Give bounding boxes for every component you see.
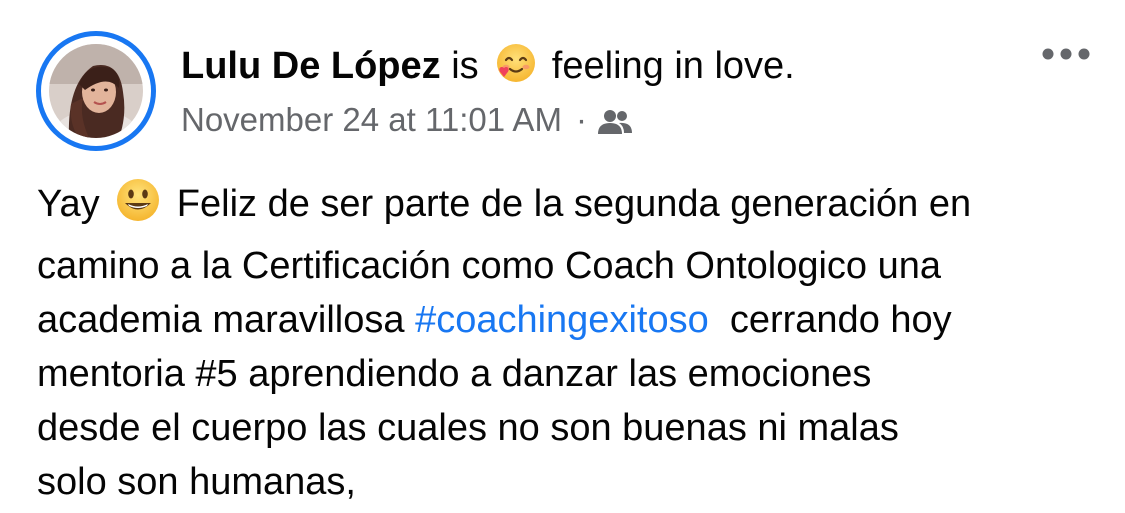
hashtag-link[interactable]: #coachingexitoso <box>415 299 709 341</box>
body-line-3: academia maravillosa #coachingexitoso ce… <box>37 293 1107 347</box>
post-headline: Lulu De López is feeling in love. <box>181 42 795 97</box>
body-text-line-3b: cerrando hoy <box>729 299 952 341</box>
friends-icon[interactable] <box>597 104 633 148</box>
post-body: Yay Feliz de ser parte de la segunda gen… <box>37 176 1107 509</box>
post-header: Lulu De López is feeling in love. Novemb… <box>0 0 1125 160</box>
body-text-line-3: academia maravillosa <box>37 299 405 341</box>
activity-prefix: is <box>451 45 479 87</box>
body-line-4: mentoria #5 aprendiendo a danzar las emo… <box>37 353 872 395</box>
more-options-icon[interactable] <box>1036 36 1096 72</box>
author-name[interactable]: Lulu De López <box>181 45 441 87</box>
body-line-5: desde el cuerpo las cuales no son buenas… <box>37 407 899 449</box>
body-line-6: solo son humanas, <box>37 461 356 503</box>
body-line-2: camino a la Certificación como Coach Ont… <box>37 245 942 287</box>
smiling-face-with-heart-icon <box>493 42 537 97</box>
avatar[interactable] <box>36 31 156 151</box>
post-timestamp[interactable]: November 24 at 11:01 AM <box>181 101 562 138</box>
grinning-face-icon <box>114 176 162 239</box>
body-text-line-1: Feliz de ser parte de la segunda generac… <box>176 183 972 225</box>
activity-text: feeling in love. <box>551 45 795 87</box>
body-line-1: Yay Feliz de ser parte de la segunda gen… <box>37 176 1107 239</box>
meta-separator: · <box>575 101 587 138</box>
post-meta: November 24 at 11:01 AM · <box>181 98 633 148</box>
avatar-photo <box>49 44 143 138</box>
body-start-text: Yay <box>37 183 100 225</box>
